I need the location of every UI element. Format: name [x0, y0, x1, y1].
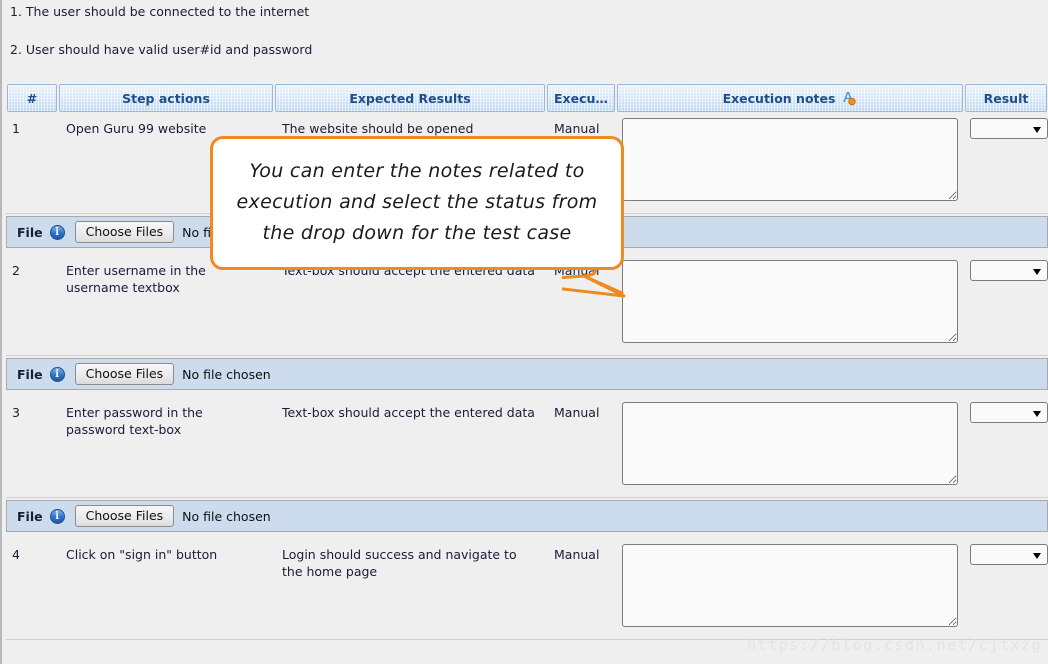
table-row: 3Enter password in the password text-box…	[6, 396, 1048, 498]
choose-files-button[interactable]: Choose Files	[75, 221, 175, 243]
file-upload-row: Filei Choose Files No file chosen	[6, 356, 1048, 390]
header-cell-execution-notes[interactable]: Execution notes	[616, 84, 964, 112]
cell-step-number: 1	[6, 112, 58, 214]
cell-expected-result: Text-box should accept the entered data	[274, 396, 546, 498]
file-label: File	[17, 509, 43, 524]
cell-result	[964, 254, 1048, 356]
file-upload-bar: Filei Choose Files No file chosen	[6, 358, 1048, 390]
table-header-row: # Step actions Expected Results Executio…	[6, 84, 1048, 112]
result-dropdown[interactable]	[970, 260, 1048, 281]
result-dropdown[interactable]	[970, 544, 1048, 565]
info-icon[interactable]: i	[50, 225, 65, 240]
execution-notes-input[interactable]	[622, 260, 958, 343]
header-cell-num[interactable]: #	[6, 84, 58, 112]
watermark: https://blog.csdn.net/cjtxzg	[747, 636, 1042, 654]
cell-step-action: Enter password in the password text-box	[58, 396, 274, 498]
info-icon[interactable]: i	[50, 509, 65, 524]
cell-result	[964, 538, 1048, 640]
callout-bubble: You can enter the notes related to execu…	[210, 136, 624, 270]
file-upload-cell: Filei Choose Files No file chosen	[6, 356, 1048, 390]
file-upload-row: Filei Choose Files No file chosen	[6, 498, 1048, 532]
cell-execution-notes	[616, 254, 964, 356]
header-cell-result[interactable]: Result	[964, 84, 1048, 112]
preconditions-block: 1. The user should be connected to the i…	[2, 0, 1048, 58]
cell-step-number: 4	[6, 538, 58, 640]
table-row: 4Click on "sign in" buttonLogin should s…	[6, 538, 1048, 640]
file-label: File	[17, 225, 43, 240]
header-cell-expected-results[interactable]: Expected Results	[274, 84, 546, 112]
info-icon[interactable]: i	[50, 367, 65, 382]
header-label-result: Result	[965, 84, 1047, 112]
result-dropdown[interactable]	[970, 402, 1048, 423]
text-format-icon[interactable]	[841, 88, 857, 104]
file-chosen-status: No file chosen	[182, 509, 271, 524]
chevron-down-icon	[1033, 269, 1041, 275]
cell-step-number: 3	[6, 396, 58, 498]
execution-notes-input[interactable]	[622, 544, 958, 627]
precondition-line-1: 1. The user should be connected to the i…	[10, 4, 1048, 20]
header-execution-notes-wrap: Execution notes	[617, 84, 963, 112]
header-cell-step-actions[interactable]: Step actions	[58, 84, 274, 112]
cell-execution-type: Manual	[546, 396, 616, 498]
cell-result	[964, 396, 1048, 498]
execution-notes-input[interactable]	[622, 402, 958, 485]
choose-files-button[interactable]: Choose Files	[75, 505, 175, 527]
execution-notes-input[interactable]	[622, 118, 958, 201]
callout-text: You can enter the notes related to execu…	[213, 139, 621, 249]
header-label-execution: Execution	[547, 84, 615, 112]
file-upload-cell: Filei Choose Files No file chosen	[6, 498, 1048, 532]
cell-expected-result: Login should success and navigate to the…	[274, 538, 546, 640]
cell-step-number: 2	[6, 254, 58, 356]
precondition-line-2: 2. User should have valid user#id and pa…	[10, 42, 1048, 58]
chevron-down-icon	[1033, 411, 1041, 417]
header-label-num: #	[7, 84, 57, 112]
choose-files-button[interactable]: Choose Files	[75, 363, 175, 385]
cell-step-action: Click on "sign in" button	[58, 538, 274, 640]
chevron-down-icon	[1033, 553, 1041, 559]
file-upload-bar: Filei Choose Files No file chosen	[6, 500, 1048, 532]
test-execution-page: 1. The user should be connected to the i…	[0, 0, 1048, 664]
cell-execution-notes	[616, 396, 964, 498]
cell-execution-notes	[616, 112, 964, 214]
result-dropdown[interactable]	[970, 118, 1048, 139]
file-label: File	[17, 367, 43, 382]
cell-execution-type: Manual	[546, 538, 616, 640]
file-chosen-status: No file chosen	[182, 367, 271, 382]
header-label-step-actions: Step actions	[59, 84, 273, 112]
header-cell-execution[interactable]: Execution	[546, 84, 616, 112]
header-label-execution-notes: Execution notes	[723, 91, 836, 106]
cell-result	[964, 112, 1048, 214]
header-label-expected-results: Expected Results	[275, 84, 545, 112]
chevron-down-icon	[1033, 127, 1041, 133]
cell-execution-notes	[616, 538, 964, 640]
